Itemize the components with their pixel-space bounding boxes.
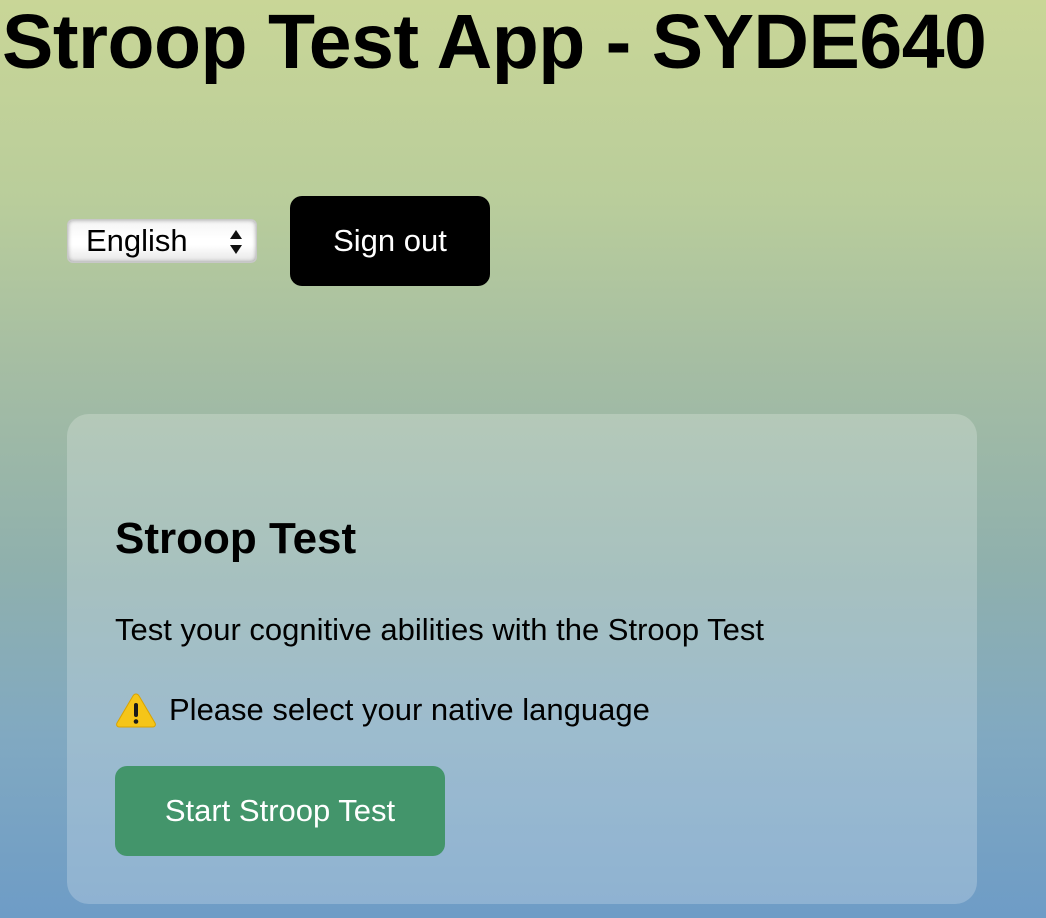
chevron-up-down-icon: [230, 230, 242, 254]
sign-out-button[interactable]: Sign out: [290, 196, 490, 286]
warning-icon: [116, 693, 156, 728]
card-title: Stroop Test: [115, 514, 357, 563]
language-warning: Please select your native language: [115, 690, 650, 730]
start-stroop-test-button[interactable]: Start Stroop Test: [115, 766, 445, 856]
card-description: Test your cognitive abilities with the S…: [115, 612, 765, 647]
language-select[interactable]: English: [67, 219, 257, 263]
top-controls: English Sign out: [67, 196, 490, 286]
stroop-test-card: Stroop Test Test your cognitive abilitie…: [67, 414, 977, 904]
language-warning-text: Please select your native language: [169, 692, 650, 727]
app-title: Stroop Test App - SYDE640: [2, 0, 987, 85]
language-select-value: English: [86, 223, 188, 258]
